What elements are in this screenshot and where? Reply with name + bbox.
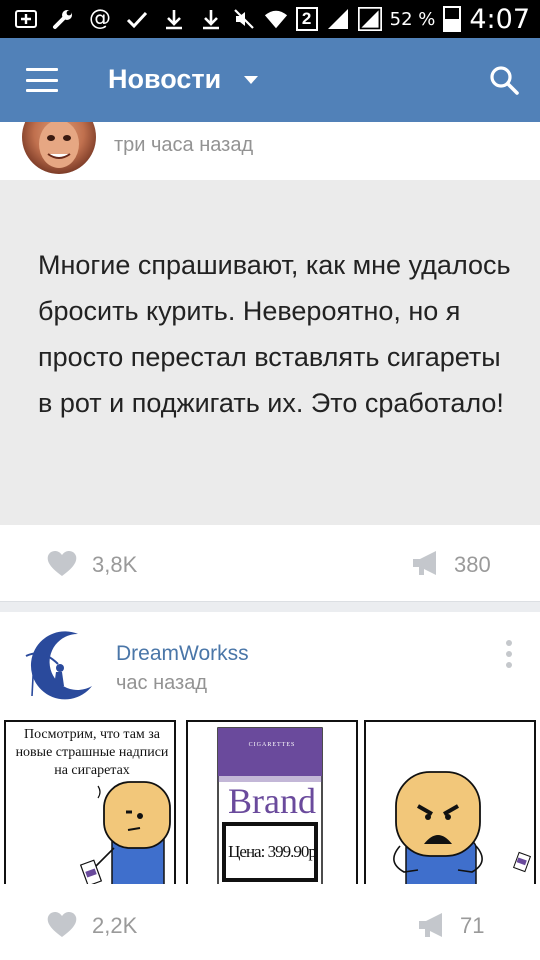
signal-icon (357, 7, 382, 31)
download-icon (199, 7, 223, 31)
signal-icon (326, 7, 350, 31)
battery-level (445, 18, 460, 30)
comic-panel[interactable]: CIGARETTES Brand Цена: 399.90р (186, 720, 358, 888)
wrench-icon (51, 7, 75, 31)
repost-count[interactable]: 71 (460, 913, 484, 939)
avatar[interactable] (22, 122, 96, 174)
system-indicators: 2 52 % 4:07 (232, 3, 530, 35)
mute-icon (232, 7, 256, 31)
post-author[interactable]: DreamWorkss (116, 642, 249, 666)
pack-brand: Brand (228, 781, 316, 821)
check-icon (125, 7, 149, 31)
clock: 4:07 (469, 3, 530, 35)
more-options-icon[interactable] (504, 640, 514, 668)
post-actions: 3,8K 380 (0, 525, 540, 601)
battery-percent: 52 % (389, 8, 436, 30)
chevron-down-icon[interactable] (244, 76, 258, 84)
section-title-dropdown[interactable]: Новости (108, 64, 221, 95)
post-actions: 2,2K 71 (0, 884, 540, 960)
megaphone-icon[interactable] (418, 912, 448, 938)
comic-panel[interactable] (364, 720, 536, 888)
avatar[interactable] (20, 630, 96, 706)
notification-icons: @ (14, 6, 223, 32)
post-text: Многие спрашивают, как мне удалось броси… (38, 250, 511, 418)
search-icon[interactable] (486, 62, 522, 98)
like-count[interactable]: 2,2K (92, 913, 137, 939)
hamburger-icon[interactable] (22, 62, 62, 98)
post-card: DreamWorkss час назад Посмотрим, что там… (0, 612, 540, 960)
battery-icon (443, 6, 462, 32)
like-count[interactable]: 3,8K (92, 552, 137, 578)
repost-count[interactable]: 380 (454, 552, 491, 578)
wifi-icon (264, 7, 288, 31)
at-sign-icon: @ (89, 6, 111, 31)
heart-icon[interactable] (46, 910, 78, 938)
sim-slot-badge: 2 (295, 7, 318, 31)
post-time: час назад (116, 672, 208, 694)
megaphone-icon[interactable] (412, 550, 442, 576)
app-header: Новости (0, 38, 540, 122)
pack-price: Цена: 399.90р (228, 842, 317, 861)
post-header: три часа назад (0, 122, 540, 180)
post-time: три часа назад (114, 134, 254, 156)
post-text-card: Многие спрашивают, как мне удалось броси… (0, 180, 540, 525)
comic-character-image (393, 771, 532, 886)
plus-box-icon (14, 7, 38, 31)
heart-icon[interactable] (46, 549, 78, 577)
download-icon (162, 7, 186, 31)
status-bar: @ 2 52 % 4:07 (0, 0, 540, 38)
comic-panel[interactable]: Посмотрим, что там за новые страшные над… (4, 720, 176, 888)
comic-character-image (79, 781, 171, 886)
pack-band: CIGARETTES (248, 742, 296, 748)
